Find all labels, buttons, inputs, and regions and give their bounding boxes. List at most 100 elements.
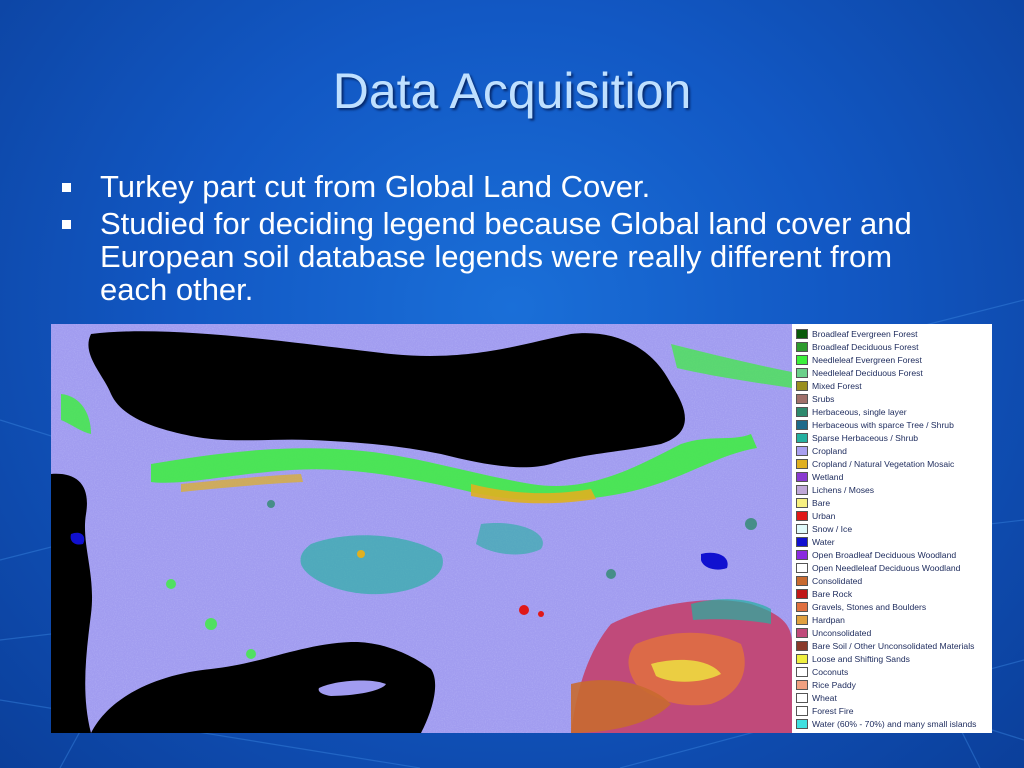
legend-label: Open Needleleaf Deciduous Woodland <box>812 562 961 573</box>
legend-label: Hardpan <box>812 614 845 625</box>
legend-item: Open Broadleaf Deciduous Woodland <box>796 548 990 561</box>
legend-label: Herbaceous, single layer <box>812 406 907 417</box>
legend-label: Mixed Forest <box>812 380 862 391</box>
legend-swatch <box>796 562 808 573</box>
legend-item: Cropland / Natural Vegetation Mosaic <box>796 457 990 470</box>
legend-label: Sparse Herbaceous / Shrub <box>812 432 919 443</box>
map-legend: Broadleaf Evergreen Forest Broadleaf Deci… <box>796 327 990 730</box>
legend-swatch <box>796 692 808 703</box>
legend-item: Snow / Ice <box>796 522 990 535</box>
legend-item: Herbaceous with sparce Tree / Shrub <box>796 418 990 431</box>
legend-label: Herbaceous with sparce Tree / Shrub <box>812 419 954 430</box>
legend-label: Cropland <box>812 445 847 456</box>
legend-label: Needleleaf Deciduous Forest <box>812 367 923 378</box>
land-cover-figure: Broadleaf Evergreen Forest Broadleaf Deci… <box>51 324 992 733</box>
legend-item: Cropland <box>796 444 990 457</box>
legend-swatch <box>796 666 808 677</box>
legend-swatch <box>796 432 808 443</box>
legend-swatch <box>796 627 808 638</box>
legend-item: Bare Rock <box>796 587 990 600</box>
legend-swatch <box>796 406 808 417</box>
legend-swatch <box>796 510 808 521</box>
legend-swatch <box>796 718 808 729</box>
legend-label: Snow / Ice <box>812 523 853 534</box>
legend-swatch <box>796 679 808 690</box>
legend-label: Open Broadleaf Deciduous Woodland <box>812 549 957 560</box>
legend-item: Rice Paddy <box>796 678 990 691</box>
legend-label: Cropland / Natural Vegetation Mosaic <box>812 458 955 469</box>
legend-item: Urban <box>796 509 990 522</box>
legend-swatch <box>796 497 808 508</box>
bullet-list: Turkey part cut from Global Land Cover. … <box>62 170 962 310</box>
legend-swatch <box>796 601 808 612</box>
legend-label: Bare Rock <box>812 588 853 599</box>
legend-label: Bare Soil / Other Unconsolidated Materia… <box>812 640 975 651</box>
legend-label: Broadleaf Evergreen Forest <box>812 328 918 339</box>
legend-item: Herbaceous, single layer <box>796 405 990 418</box>
legend-label: Rice Paddy <box>812 679 856 690</box>
legend-item: Bare <box>796 496 990 509</box>
legend-swatch <box>796 445 808 456</box>
legend-label: Unconsolidated <box>812 627 872 638</box>
legend-label: Needleleaf Evergreen Forest <box>812 354 922 365</box>
legend-swatch <box>796 367 808 378</box>
legend-swatch <box>796 653 808 664</box>
legend-swatch <box>796 705 808 716</box>
legend-label: Broadleaf Deciduous Forest <box>812 341 919 352</box>
legend-label: Water (60% - 70%) and many small islands <box>812 718 977 729</box>
legend-label: Coconuts <box>812 666 849 677</box>
bullet-square-icon <box>62 183 71 192</box>
legend-item: Loose and Shifting Sands <box>796 652 990 665</box>
legend-item: Sparse Herbaceous / Shrub <box>796 431 990 444</box>
bullet-item: Studied for deciding legend because Glob… <box>62 207 962 306</box>
legend-swatch <box>796 341 808 352</box>
legend-swatch <box>796 640 808 651</box>
legend-label: Wheat <box>812 692 837 703</box>
slide-title: Data Acquisition <box>332 63 692 119</box>
legend-swatch <box>796 536 808 547</box>
legend-item: Lichens / Moses <box>796 483 990 496</box>
legend-item: Forest Fire <box>796 704 990 717</box>
legend-item: Open Needleleaf Deciduous Woodland <box>796 561 990 574</box>
bullet-square-icon <box>62 220 71 229</box>
legend-swatch <box>796 393 808 404</box>
legend-item: Needleleaf Evergreen Forest <box>796 353 990 366</box>
legend-swatch <box>796 549 808 560</box>
bullet-text: Studied for deciding legend because Glob… <box>100 206 912 307</box>
legend-item: Wetland <box>796 470 990 483</box>
legend-item: Gravels, Stones and Boulders <box>796 600 990 613</box>
legend-label: Water <box>812 536 835 547</box>
legend-swatch <box>796 471 808 482</box>
legend-item: Broadleaf Deciduous Forest <box>796 340 990 353</box>
legend-item: Consolidated <box>796 574 990 587</box>
legend-item: Unconsolidated <box>796 626 990 639</box>
legend-label: Srubs <box>812 393 835 404</box>
legend-label: Consolidated <box>812 575 863 586</box>
legend-label: Urban <box>812 510 836 521</box>
legend-swatch <box>796 484 808 495</box>
legend-item: Wheat <box>796 691 990 704</box>
legend-item: Mixed Forest <box>796 379 990 392</box>
legend-item: Bare Soil / Other Unconsolidated Materia… <box>796 639 990 652</box>
legend-swatch <box>796 458 808 469</box>
legend-swatch <box>796 419 808 430</box>
legend-label: Loose and Shifting Sands <box>812 653 910 664</box>
legend-item: Broadleaf Evergreen Forest <box>796 327 990 340</box>
legend-swatch <box>796 523 808 534</box>
turkey-land-cover-map <box>51 324 792 733</box>
legend-item: Srubs <box>796 392 990 405</box>
legend-label: Gravels, Stones and Boulders <box>812 601 927 612</box>
legend-item: Coconuts <box>796 665 990 678</box>
legend-swatch <box>796 575 808 586</box>
legend-label: Forest Fire <box>812 705 854 716</box>
legend-item: Needleleaf Deciduous Forest <box>796 366 990 379</box>
legend-swatch <box>796 588 808 599</box>
legend-item: Water <box>796 535 990 548</box>
legend-item: Hardpan <box>796 613 990 626</box>
legend-label: Wetland <box>812 471 844 482</box>
bullet-item: Turkey part cut from Global Land Cover. <box>62 170 962 203</box>
legend-swatch <box>796 614 808 625</box>
legend-swatch <box>796 380 808 391</box>
legend-label: Lichens / Moses <box>812 484 875 495</box>
legend-item: Water (60% - 70%) and many small islands <box>796 717 990 730</box>
